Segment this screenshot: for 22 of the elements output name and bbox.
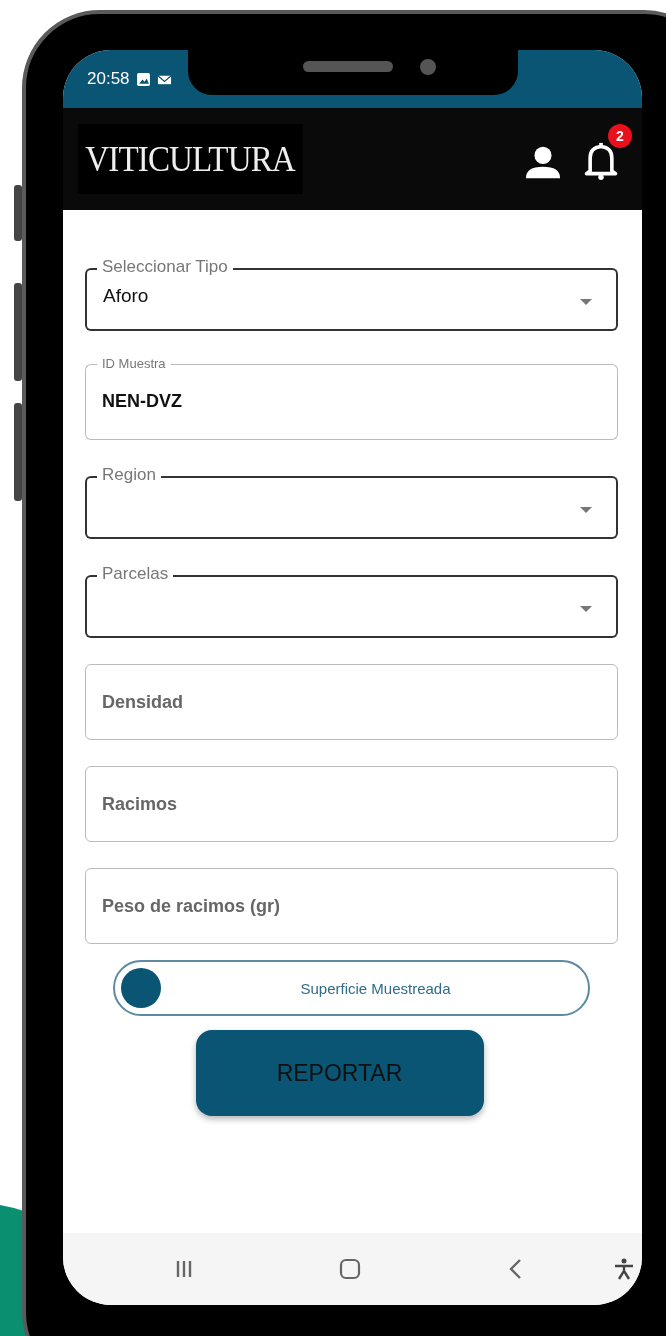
accessibility-icon[interactable] bbox=[612, 1257, 636, 1281]
field-label: Seleccionar Tipo bbox=[101, 258, 229, 277]
camera-lens bbox=[420, 59, 436, 75]
input-field[interactable]: Racimos bbox=[85, 766, 618, 842]
app-logo: VITICULTURA bbox=[78, 124, 303, 194]
image-icon bbox=[135, 71, 151, 87]
toggle-switch[interactable]: Superficie Muestreada bbox=[113, 960, 590, 1016]
dropdown-caret-icon[interactable] bbox=[580, 507, 592, 513]
notification-bell-icon[interactable] bbox=[582, 142, 620, 180]
notification-badge: 2 bbox=[608, 124, 632, 148]
input-field[interactable]: Densidad bbox=[85, 664, 618, 740]
dropdown-caret-icon[interactable] bbox=[580, 299, 592, 305]
input-field[interactable]: Peso de racimos (gr) bbox=[85, 868, 618, 944]
status-time: 20:58 bbox=[87, 69, 130, 89]
switch-knob bbox=[121, 968, 161, 1008]
select-field[interactable]: Aforo bbox=[85, 278, 618, 331]
home-icon[interactable] bbox=[338, 1257, 362, 1281]
field-label: Parcelas bbox=[101, 565, 170, 584]
input-field[interactable]: NEN-DVZ bbox=[85, 371, 618, 440]
field-label: Region bbox=[101, 466, 157, 485]
field-label: ID Muestra bbox=[101, 357, 167, 372]
dropdown-caret-icon[interactable] bbox=[580, 606, 592, 612]
